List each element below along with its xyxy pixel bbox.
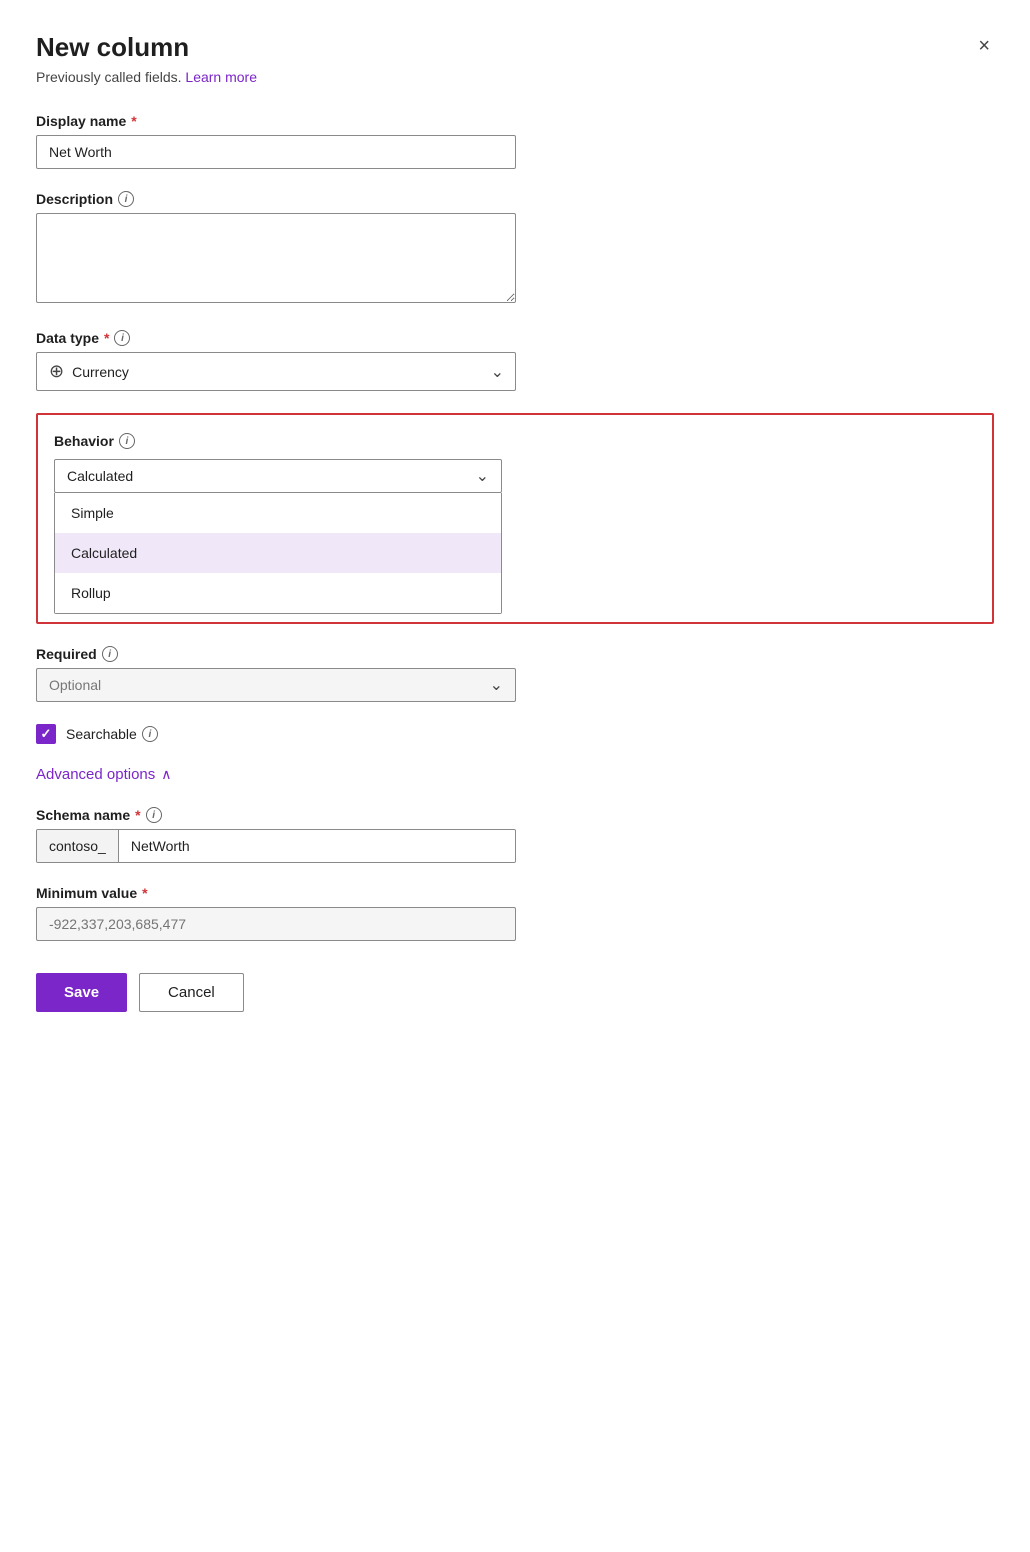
behavior-option-simple[interactable]: Simple (55, 493, 501, 533)
searchable-info-icon: i (142, 726, 158, 742)
behavior-option-calculated[interactable]: Calculated (55, 533, 501, 573)
required-value: Optional (49, 677, 101, 693)
advanced-options-button[interactable]: Advanced options ∧ (36, 766, 172, 783)
searchable-label: Searchable i (66, 726, 158, 742)
minimum-value-group: Minimum value * (36, 885, 994, 941)
behavior-info-icon: i (119, 433, 135, 449)
check-icon: ✓ (41, 726, 52, 742)
data-type-value: Currency (72, 364, 129, 380)
schema-value-input[interactable] (119, 830, 515, 862)
panel-subtitle: Previously called fields. Learn more (36, 69, 994, 85)
schema-name-info-icon: i (146, 807, 162, 823)
description-input[interactable] (36, 213, 516, 303)
description-group: Description i (36, 191, 994, 308)
description-info-icon: i (118, 191, 134, 207)
required-label: Required i (36, 646, 994, 662)
required-select[interactable]: Optional ⌄ (36, 668, 516, 702)
data-type-required-star: * (104, 330, 109, 346)
minimum-value-label: Minimum value * (36, 885, 994, 901)
data-type-label: Data type * i (36, 330, 994, 346)
schema-name-label: Schema name * i (36, 807, 994, 823)
behavior-dropdown: Simple Calculated Rollup (54, 493, 502, 614)
close-button[interactable]: × (974, 32, 994, 60)
schema-name-required-star: * (135, 807, 140, 823)
behavior-selected-value: Calculated (67, 468, 133, 484)
schema-prefix: contoso_ (37, 830, 119, 862)
display-name-group: Display name * (36, 113, 994, 169)
required-info-icon: i (102, 646, 118, 662)
advanced-options-chevron-up-icon: ∧ (161, 766, 171, 783)
schema-name-input-row: contoso_ (36, 829, 516, 863)
searchable-row: ✓ Searchable i (36, 724, 994, 744)
minimum-value-input[interactable] (36, 907, 516, 941)
data-type-select[interactable]: ⊕ Currency ⌄ (36, 352, 516, 391)
panel-header: New column × (36, 32, 994, 63)
schema-name-group: Schema name * i contoso_ (36, 807, 994, 863)
button-row: Save Cancel (36, 973, 994, 1012)
advanced-options-label: Advanced options (36, 766, 155, 783)
behavior-select[interactable]: Calculated ⌄ (54, 459, 502, 493)
required-chevron-icon: ⌄ (490, 675, 503, 695)
new-column-panel: New column × Previously called fields. L… (0, 0, 1030, 1552)
display-name-label: Display name * (36, 113, 994, 129)
minimum-value-required-star: * (142, 885, 147, 901)
behavior-option-rollup[interactable]: Rollup (55, 573, 501, 613)
data-type-select-wrapper: ⊕ Currency ⌄ (36, 352, 516, 391)
required-group: Required i Optional ⌄ (36, 646, 994, 702)
currency-icon: ⊕ (49, 361, 64, 382)
cancel-button[interactable]: Cancel (139, 973, 244, 1012)
data-type-group: Data type * i ⊕ Currency ⌄ (36, 330, 994, 391)
data-type-chevron-icon: ⌄ (491, 362, 504, 382)
description-label: Description i (36, 191, 994, 207)
panel-title: New column (36, 32, 189, 63)
searchable-checkbox[interactable]: ✓ (36, 724, 56, 744)
required-star: * (131, 113, 136, 129)
behavior-chevron-icon: ⌄ (476, 466, 489, 486)
behavior-label: Behavior i (54, 433, 976, 449)
save-button[interactable]: Save (36, 973, 127, 1012)
data-type-info-icon: i (114, 330, 130, 346)
behavior-section: Behavior i Calculated ⌄ Simple Calculate… (36, 413, 994, 624)
display-name-input[interactable] (36, 135, 516, 169)
learn-more-link[interactable]: Learn more (185, 69, 257, 85)
